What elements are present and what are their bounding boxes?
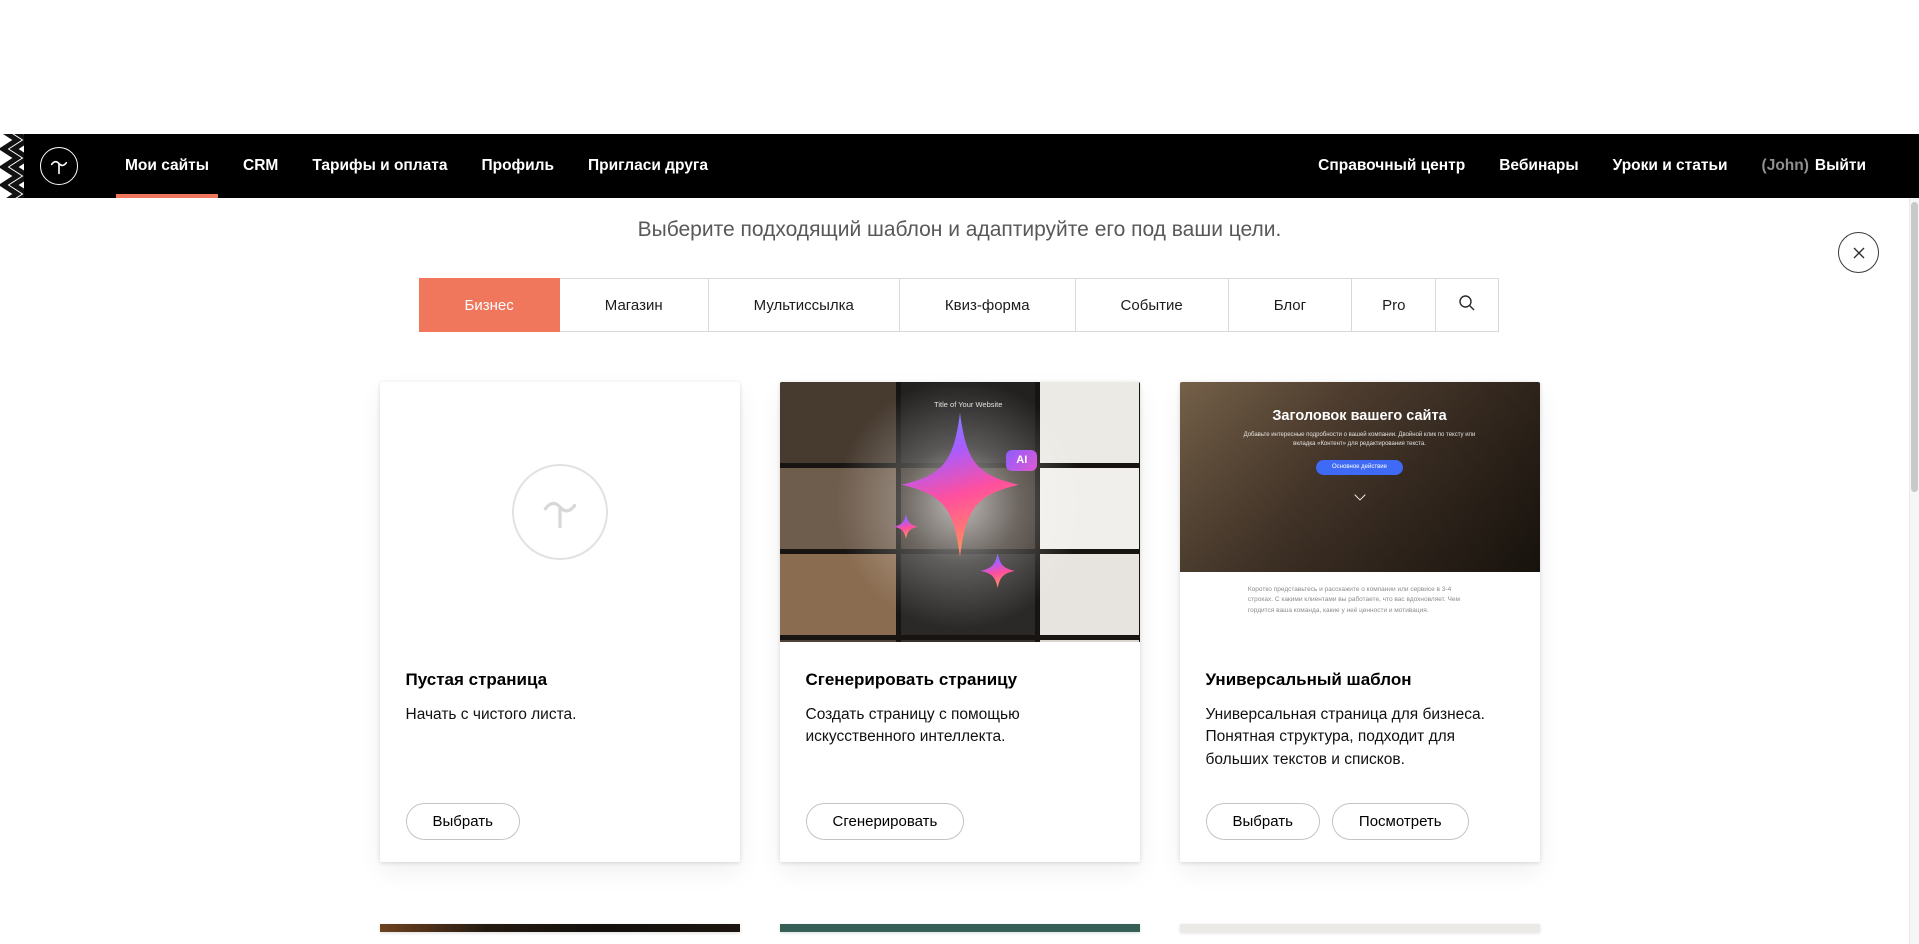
partial-template-card xyxy=(380,924,740,932)
nav-crm-label: CRM xyxy=(243,157,278,175)
ai-badge: AI xyxy=(1006,450,1037,471)
scrollbar xyxy=(1909,198,1919,944)
tilda-watermark-icon xyxy=(512,464,608,560)
nav-logout[interactable]: (John) Выйти xyxy=(1745,134,1883,198)
tab-blog[interactable]: Блог xyxy=(1228,278,1352,332)
nav-invite-friend-label: Пригласи друга xyxy=(588,157,708,175)
preview-paragraph: Коротко представьтесь и расскажите о ком… xyxy=(1248,585,1471,642)
nav-invite-friend[interactable]: Пригласи друга xyxy=(571,134,725,198)
card-actions: Сгенерировать xyxy=(806,803,1114,840)
primary-nav: Мои сайты CRM Тарифы и оплата Профиль Пр… xyxy=(108,134,725,198)
user-name: (John) xyxy=(1762,157,1809,175)
preview-hero-title: Заголовок вашего сайта xyxy=(1272,408,1446,424)
tab-pro[interactable]: Pro xyxy=(1351,278,1436,332)
card-body: Универсальный шаблон Универсальная стран… xyxy=(1180,642,1540,862)
partial-template-card xyxy=(780,924,1140,932)
card-description: Создать страницу с помощью искусственног… xyxy=(806,704,1114,749)
card-description: Начать с чистого листа. xyxy=(406,704,714,726)
preview-hero-subtitle: Добавьте интересные подробности о вашей … xyxy=(1241,431,1479,450)
template-card-universal: Заголовок вашего сайта Добавьте интересн… xyxy=(1180,382,1540,862)
view-universal-button[interactable]: Посмотреть xyxy=(1332,803,1469,840)
template-grid: Пустая страница Начать с чистого листа. … xyxy=(380,382,1540,862)
partial-template-card xyxy=(1180,924,1540,932)
choose-universal-button[interactable]: Выбрать xyxy=(1206,803,1320,840)
card-actions: Выбрать xyxy=(406,803,714,840)
nav-pricing[interactable]: Тарифы и оплата xyxy=(295,134,464,198)
preview-hero-section: Заголовок вашего сайта Добавьте интересн… xyxy=(1180,382,1540,572)
tab-quiz-form[interactable]: Квиз-форма xyxy=(899,278,1076,332)
nav-lessons-label: Уроки и статьи xyxy=(1613,157,1728,175)
nav-help-center[interactable]: Справочный центр xyxy=(1301,134,1482,198)
nav-my-sites[interactable]: Мои сайты xyxy=(108,134,226,198)
chevron-down-icon xyxy=(1354,489,1365,500)
universal-template-preview[interactable]: Заголовок вашего сайта Добавьте интересн… xyxy=(1180,382,1540,642)
tab-business[interactable]: Бизнес xyxy=(419,278,560,332)
page-subtitle: Выберите подходящий шаблон и адаптируйте… xyxy=(0,218,1919,242)
card-actions: Выбрать Посмотреть xyxy=(1206,803,1514,840)
new-page-dialog: Новая страница Выберите подходящий шабло… xyxy=(0,134,1919,932)
logout-label: Выйти xyxy=(1815,157,1866,175)
nav-profile[interactable]: Профиль xyxy=(464,134,571,198)
card-body: Пустая страница Начать с чистого листа. … xyxy=(380,642,740,862)
card-description: Универсальная страница для бизнеса. Поня… xyxy=(1206,704,1514,771)
tab-multilink[interactable]: Мультиссылка xyxy=(708,278,900,332)
generate-button[interactable]: Сгенерировать xyxy=(806,803,965,840)
tab-event[interactable]: Событие xyxy=(1075,278,1229,332)
card-title: Сгенерировать страницу xyxy=(806,670,1114,690)
ai-sparkle-icon xyxy=(875,409,1045,594)
template-category-tabs: Бизнес Магазин Мультиссылка Квиз-форма С… xyxy=(0,278,1919,332)
card-body: Сгенерировать страницу Создать страницу … xyxy=(780,642,1140,862)
nav-help-center-label: Справочный центр xyxy=(1318,157,1465,175)
tab-search[interactable] xyxy=(1435,278,1499,332)
nav-crm[interactable]: CRM xyxy=(226,134,295,198)
next-template-row-partial xyxy=(380,924,1540,932)
search-icon xyxy=(1458,294,1476,316)
top-nav-bar: Мои сайты CRM Тарифы и оплата Профиль Пр… xyxy=(0,134,1919,198)
close-button[interactable] xyxy=(1838,232,1879,273)
nav-profile-label: Профиль xyxy=(481,157,554,175)
choose-blank-button[interactable]: Выбрать xyxy=(406,803,520,840)
secondary-nav: Справочный центр Вебинары Уроки и статьи… xyxy=(1301,134,1883,198)
preview-cta-button: Основное действие xyxy=(1316,460,1403,475)
preview-text-section: Коротко представьтесь и расскажите о ком… xyxy=(1180,572,1540,642)
nav-my-sites-label: Мои сайты xyxy=(125,157,209,175)
nav-webinars[interactable]: Вебинары xyxy=(1482,134,1595,198)
nav-pricing-label: Тарифы и оплата xyxy=(312,157,447,175)
card-title: Пустая страница xyxy=(406,670,714,690)
zigzag-pattern xyxy=(0,134,24,198)
tilda-logo[interactable] xyxy=(40,147,78,185)
blank-template-preview[interactable] xyxy=(380,382,740,642)
template-card-ai-generate: Title of Your Website xyxy=(780,382,1140,862)
nav-webinars-label: Вебинары xyxy=(1499,157,1578,175)
card-title: Универсальный шаблон xyxy=(1206,670,1514,690)
tab-shop[interactable]: Магазин xyxy=(559,278,709,332)
scrollbar-thumb[interactable] xyxy=(1911,202,1918,492)
nav-lessons[interactable]: Уроки и статьи xyxy=(1596,134,1745,198)
ai-template-preview[interactable]: Title of Your Website xyxy=(780,382,1140,642)
template-card-blank: Пустая страница Начать с чистого листа. … xyxy=(380,382,740,862)
